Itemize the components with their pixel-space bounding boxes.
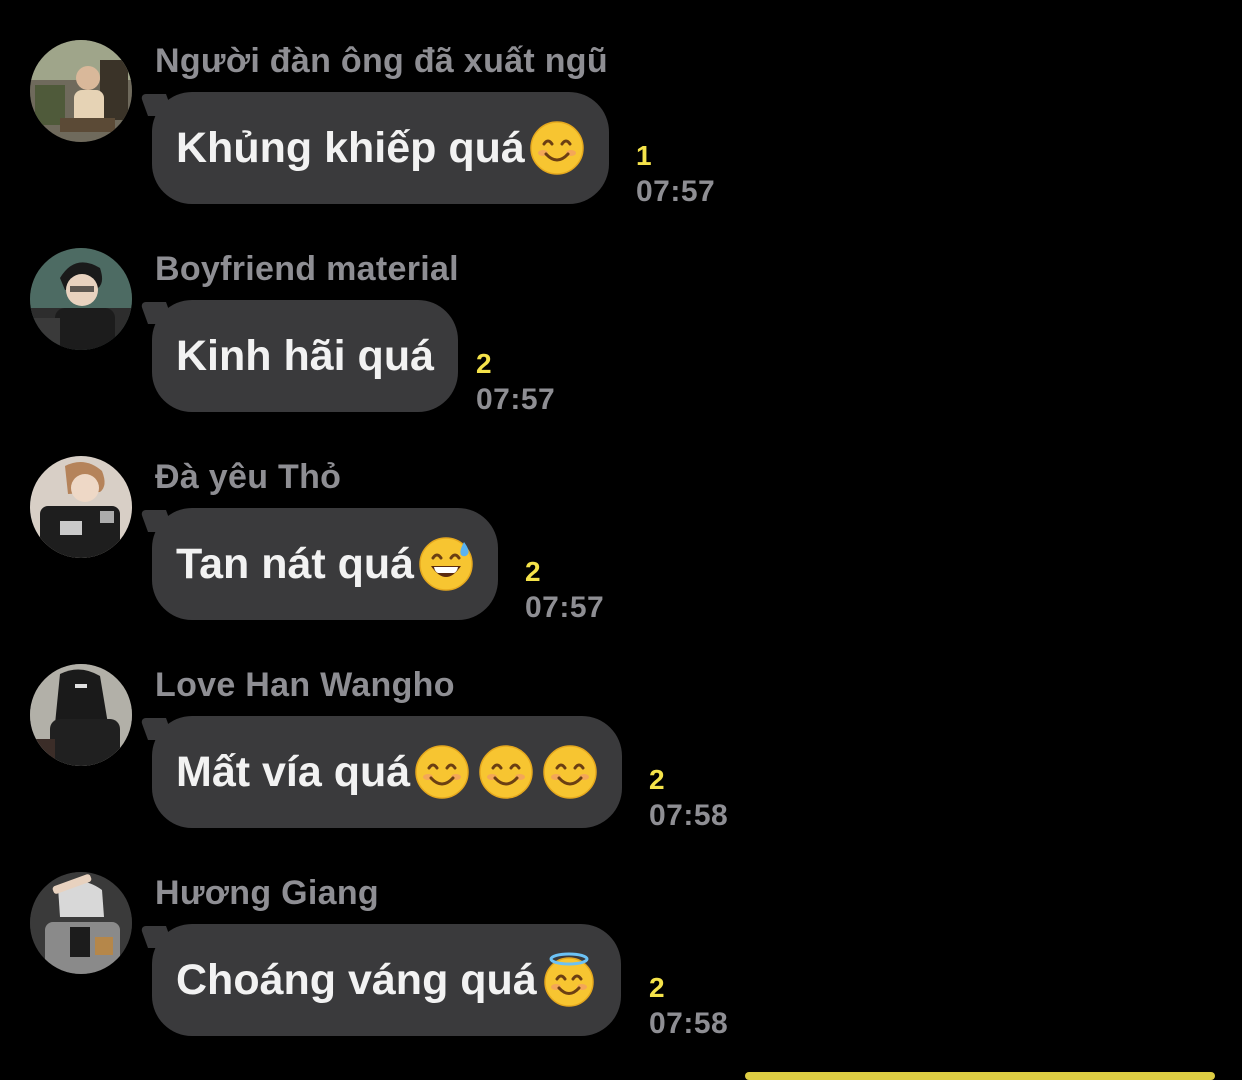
message-row: Người đàn ông đã xuất ngũ Khủng khiếp qu… — [0, 40, 1242, 240]
message-text: Tan nát quá — [176, 539, 415, 588]
emoji-group — [529, 120, 585, 176]
avatar[interactable] — [30, 872, 132, 974]
emoji-group — [418, 536, 474, 592]
message-bubble[interactable]: Choáng váng quá — [152, 924, 621, 1036]
scroll-indicator — [745, 1072, 1215, 1080]
avatar[interactable] — [30, 664, 132, 766]
avatar-image — [30, 872, 132, 974]
grinning-sweat-icon — [418, 536, 474, 592]
message-row: Love Han Wangho Mất vía quá 2 07:58 — [0, 664, 1242, 864]
message-text: Kinh hãi quá — [176, 331, 434, 380]
unread-count: 2 — [525, 556, 541, 587]
message-bubble[interactable]: Kinh hãi quá — [152, 300, 458, 412]
avatar-image — [30, 664, 132, 766]
chat-message-list: Người đàn ông đã xuất ngũ Khủng khiếp qu… — [0, 0, 1242, 1080]
unread-count: 1 — [636, 140, 652, 171]
message-time: 07:57 — [525, 591, 605, 624]
message-meta: 2 07:58 — [649, 764, 728, 834]
avatar-image — [30, 40, 132, 142]
message-text: Mất vía quá — [176, 747, 411, 796]
avatar-image — [30, 456, 132, 558]
smiling-face-icon — [542, 744, 598, 800]
message-meta: 1 07:57 — [636, 140, 715, 210]
avatar[interactable] — [30, 40, 132, 142]
avatar[interactable] — [30, 248, 132, 350]
message-row: Hương Giang Choáng váng quá 2 07:58 — [0, 872, 1242, 1072]
message-time: 07:58 — [649, 1007, 729, 1040]
sender-name: Love Han Wangho — [155, 666, 455, 704]
unread-count: 2 — [649, 972, 665, 1003]
emoji-group — [414, 744, 598, 800]
sender-name: Hương Giang — [155, 874, 379, 912]
message-row: Boyfriend material Kinh hãi quá 2 07:57 — [0, 248, 1242, 448]
message-time: 07:58 — [649, 799, 729, 832]
message-bubble[interactable]: Mất vía quá — [152, 716, 623, 828]
sender-name: Người đàn ông đã xuất ngũ — [155, 42, 608, 80]
sender-name: Đà yêu Thỏ — [155, 458, 342, 496]
message-row: Đà yêu Thỏ Tan nát quá 2 07:57 — [0, 456, 1242, 656]
message-text: Khủng khiếp quá — [176, 123, 525, 172]
smiling-face-icon — [478, 744, 534, 800]
message-bubble[interactable]: Khủng khiếp quá — [152, 92, 609, 204]
message-text: Choáng váng quá — [176, 955, 537, 1004]
emoji-group — [541, 952, 597, 1008]
message-meta: 2 07:57 — [525, 556, 604, 626]
message-time: 07:57 — [476, 383, 556, 416]
unread-count: 2 — [649, 764, 665, 795]
avatar-image — [30, 248, 132, 350]
sender-name: Boyfriend material — [155, 250, 459, 288]
message-bubble[interactable]: Tan nát quá — [152, 508, 499, 620]
unread-count: 2 — [476, 348, 492, 379]
smiling-face-icon — [414, 744, 470, 800]
smiling-face-with-halo-icon — [541, 952, 597, 1008]
message-meta: 2 07:58 — [649, 972, 728, 1042]
message-time: 07:57 — [636, 175, 716, 208]
message-meta: 2 07:57 — [476, 348, 555, 418]
smiling-face-icon — [529, 120, 585, 176]
avatar[interactable] — [30, 456, 132, 558]
